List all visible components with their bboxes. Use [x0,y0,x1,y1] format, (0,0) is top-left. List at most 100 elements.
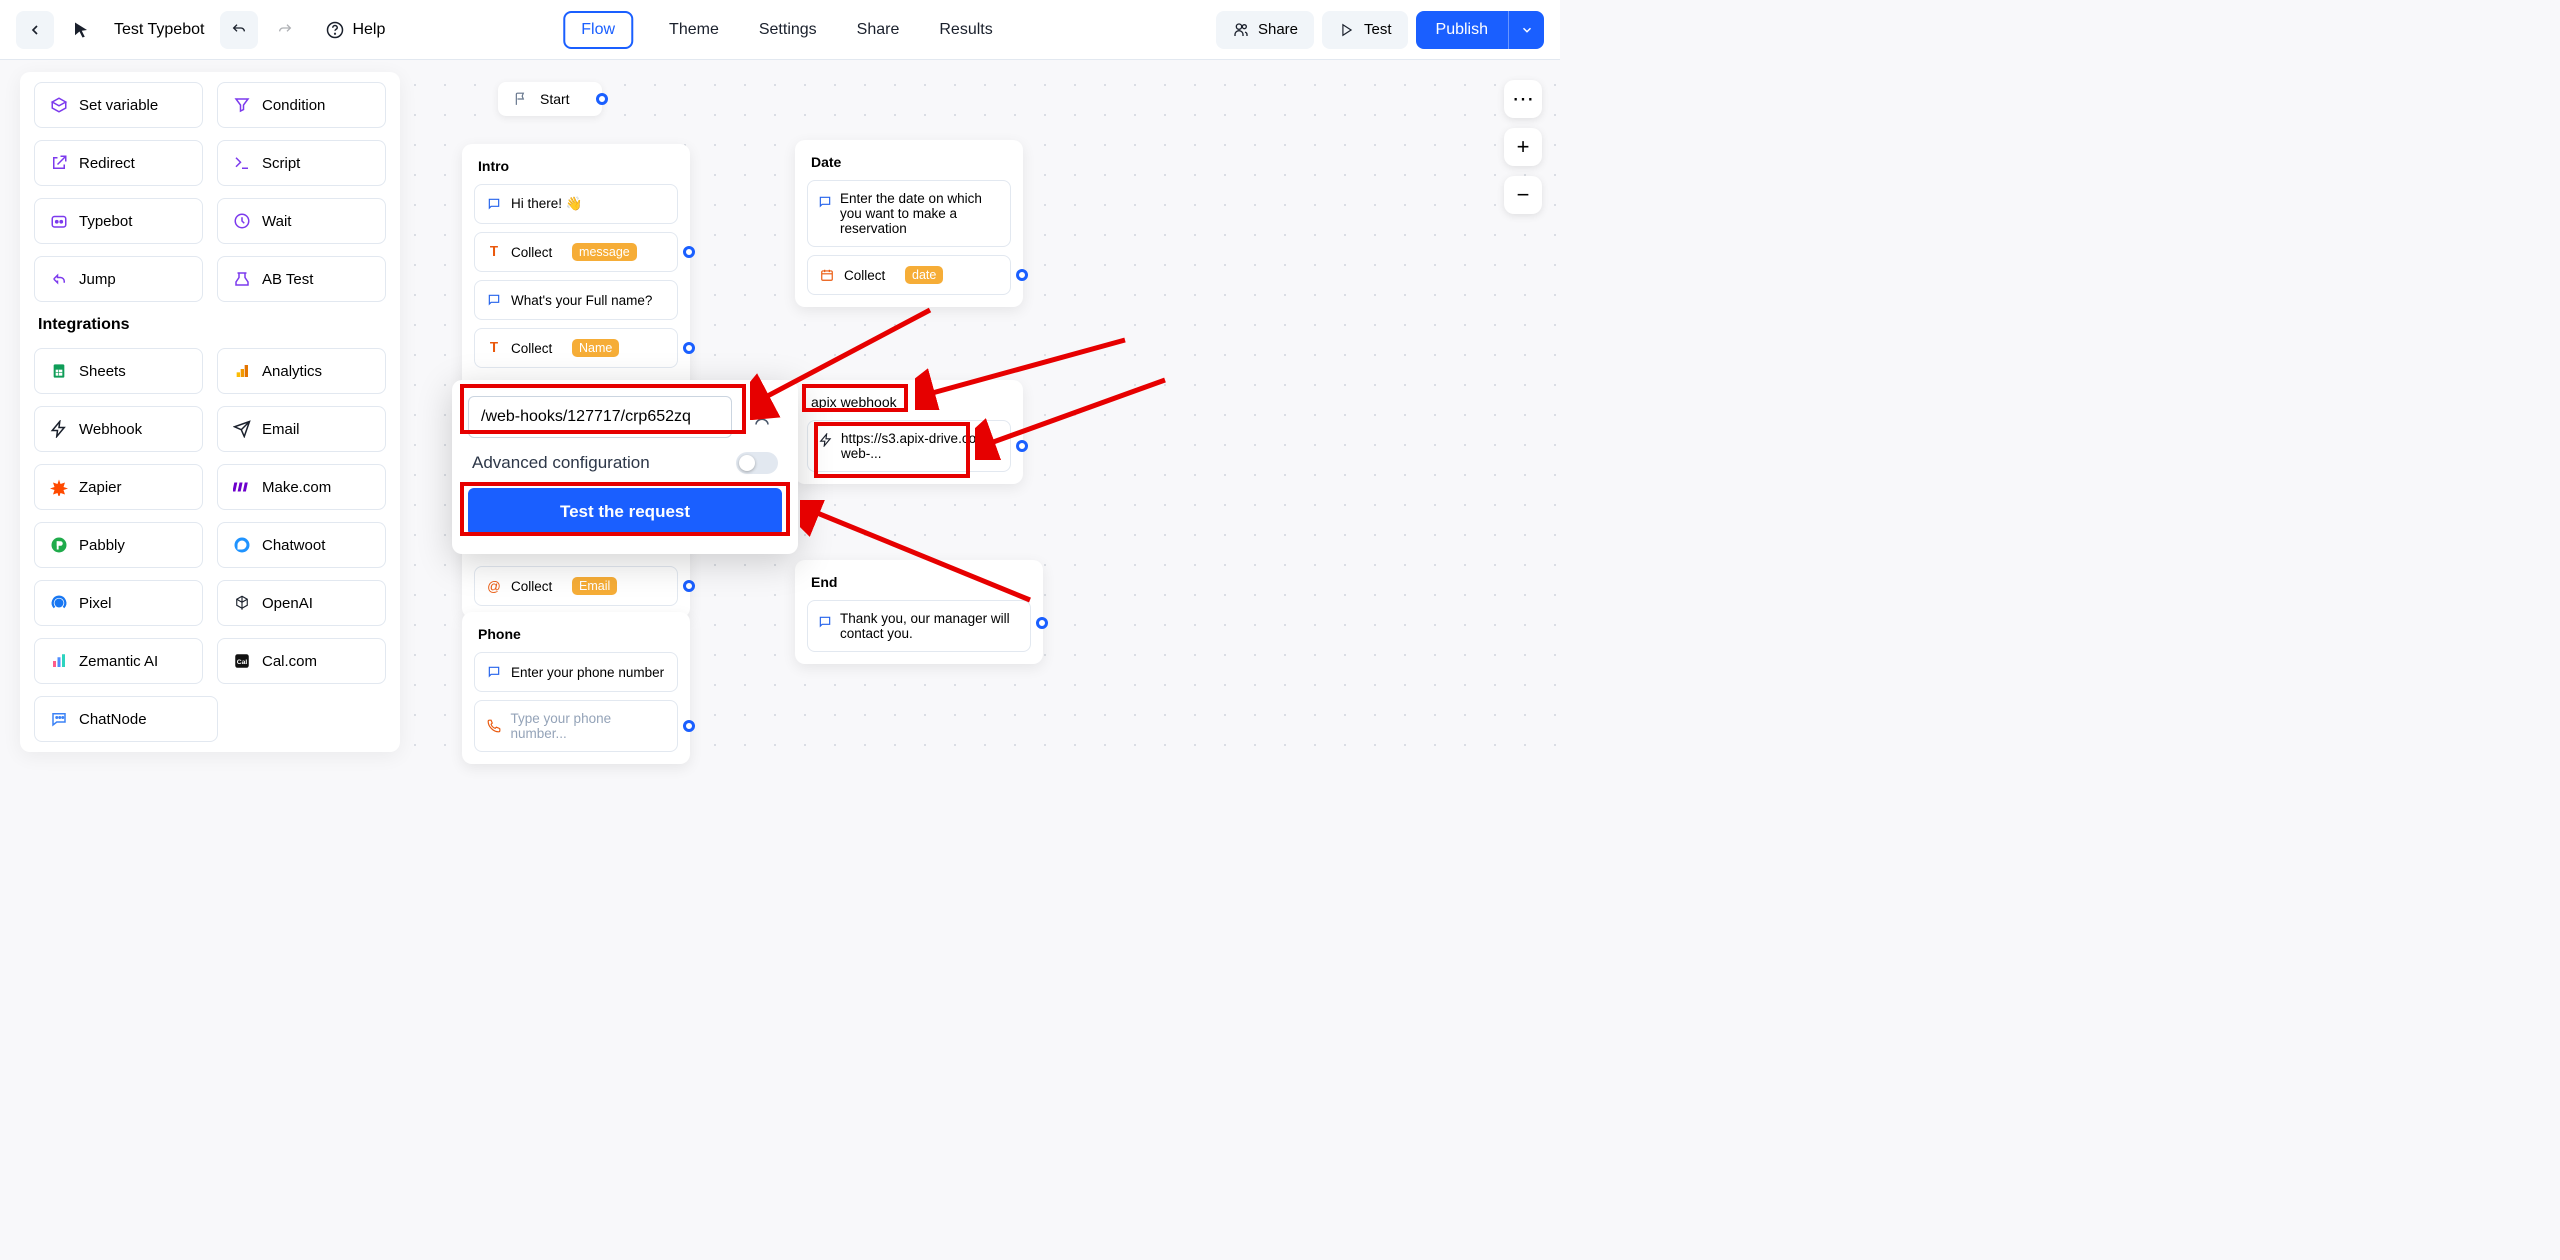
play-icon [1338,21,1356,39]
more-options-button[interactable]: ⋯ [1504,80,1542,118]
redo-icon [276,21,294,39]
block-label: Cal.com [262,653,317,670]
minus-icon: − [1517,182,1530,208]
block-pixel[interactable]: Pixel [34,580,203,626]
cursor-tool-button[interactable] [62,11,100,49]
connector-out[interactable] [683,246,695,258]
advanced-config-toggle[interactable] [736,452,778,474]
block-sheets[interactable]: Sheets [34,348,203,394]
block-wait[interactable]: Wait [217,198,386,244]
zapier-icon [49,477,69,497]
box-icon [49,95,69,115]
block-label: Set variable [79,97,158,114]
connector-out[interactable] [683,580,695,592]
block-chatwoot[interactable]: Chatwoot [217,522,386,568]
back-button[interactable] [16,11,54,49]
block-label: ChatNode [79,711,147,728]
collect-date[interactable]: Collect date [807,255,1011,295]
node-apix-webhook[interactable]: apix webhook https://s3.apix-drive.com/w… [795,380,1023,484]
publish-button[interactable]: Publish [1416,11,1508,49]
block-label: Pixel [79,595,112,612]
connector-out[interactable] [596,93,608,105]
chat-icon [485,195,503,213]
undo-icon [230,21,248,39]
connector-out[interactable] [1036,617,1048,629]
zoom-out-button[interactable]: − [1504,176,1542,214]
block-redirect[interactable]: Redirect [34,140,203,186]
msg-fullname[interactable]: What's your Full name? [474,280,678,320]
block-analytics[interactable]: Analytics [217,348,386,394]
tab-settings[interactable]: Settings [755,13,821,47]
block-ab-test[interactable]: AB Test [217,256,386,302]
webhook-url-input[interactable] [468,396,732,438]
node-phone[interactable]: Phone Enter your phone number Type your … [462,612,690,764]
tab-theme[interactable]: Theme [665,13,723,47]
collect-message[interactable]: 𝐓Collect message [474,232,678,272]
zoom-in-button[interactable]: + [1504,128,1542,166]
svg-text:Cal: Cal [237,659,248,666]
email-icon [232,419,252,439]
publish-dropdown[interactable] [1508,11,1544,49]
block-zapier[interactable]: Zapier [34,464,203,510]
block-label: Analytics [262,363,322,380]
connector-out[interactable] [1016,269,1028,281]
variable-picker-button[interactable] [742,397,782,437]
start-label: Start [540,91,570,107]
sheets-icon [49,361,69,381]
text-icon: 𝐓 [485,243,503,261]
at-icon: @ [485,577,503,595]
msg-hi[interactable]: Hi there! 👋 [474,184,678,224]
help-button[interactable]: Help [312,13,399,47]
phone-icon [485,717,503,735]
node-end[interactable]: End Thank you, our manager will contact … [795,560,1043,664]
block-chatnode[interactable]: ChatNode [34,696,218,742]
undo-button[interactable] [220,11,258,49]
block-script[interactable]: Script [217,140,386,186]
block-zemantic-ai[interactable]: Zemantic AI [34,638,203,684]
node-date[interactable]: Date Enter the date on which you want to… [795,140,1023,307]
test-button[interactable]: Test [1322,11,1408,49]
block-webhook[interactable]: Webhook [34,406,203,452]
chatwoot-icon [232,535,252,555]
collect-name[interactable]: 𝐓Collect Name [474,328,678,368]
block-set-variable[interactable]: Set variable [34,82,203,128]
block-openai[interactable]: OpenAI [217,580,386,626]
block-label: Condition [262,97,325,114]
tab-flow[interactable]: Flow [563,11,633,49]
redo-button[interactable] [266,11,304,49]
chat-icon [485,663,503,681]
msg-phone[interactable]: Enter your phone number [474,652,678,692]
block-email[interactable]: Email [217,406,386,452]
connector-out[interactable] [683,342,695,354]
jump-icon [49,269,69,289]
tab-share[interactable]: Share [853,13,904,47]
collect-email[interactable]: @Collect Email [474,566,678,606]
node-title: End [807,574,1031,590]
webhook-url-item[interactable]: https://s3.apix-drive.com/web-... [807,420,1011,472]
advanced-config-label: Advanced configuration [472,453,650,473]
chat-icon [485,291,503,309]
start-node[interactable]: Start [498,82,602,116]
msg-date[interactable]: Enter the date on which you want to make… [807,180,1011,247]
block-pabbly[interactable]: Pabbly [34,522,203,568]
block-label: Email [262,421,300,438]
phone-input[interactable]: Type your phone number... [474,700,678,752]
block-label: Jump [79,271,116,288]
test-label: Test [1364,21,1392,38]
connector-out[interactable] [1016,440,1028,452]
calendar-icon [818,266,836,284]
bot-name[interactable]: Test Typebot [114,21,204,39]
block-typebot[interactable]: Typebot [34,198,203,244]
block-make-com[interactable]: Make.com [217,464,386,510]
connector-out[interactable] [683,720,695,732]
share-button[interactable]: Share [1216,11,1314,49]
block-label: Zapier [79,479,122,496]
node-title: Date [807,154,1011,170]
block-cal-com[interactable]: Cal Cal.com [217,638,386,684]
msg-thanks[interactable]: Thank you, our manager will contact you. [807,600,1031,652]
block-condition[interactable]: Condition [217,82,386,128]
blocks-panel: Set variable Condition Redirect Script Typeb… [20,72,400,752]
test-request-button[interactable]: Test the request [468,488,782,536]
block-jump[interactable]: Jump [34,256,203,302]
tab-results[interactable]: Results [935,13,996,47]
